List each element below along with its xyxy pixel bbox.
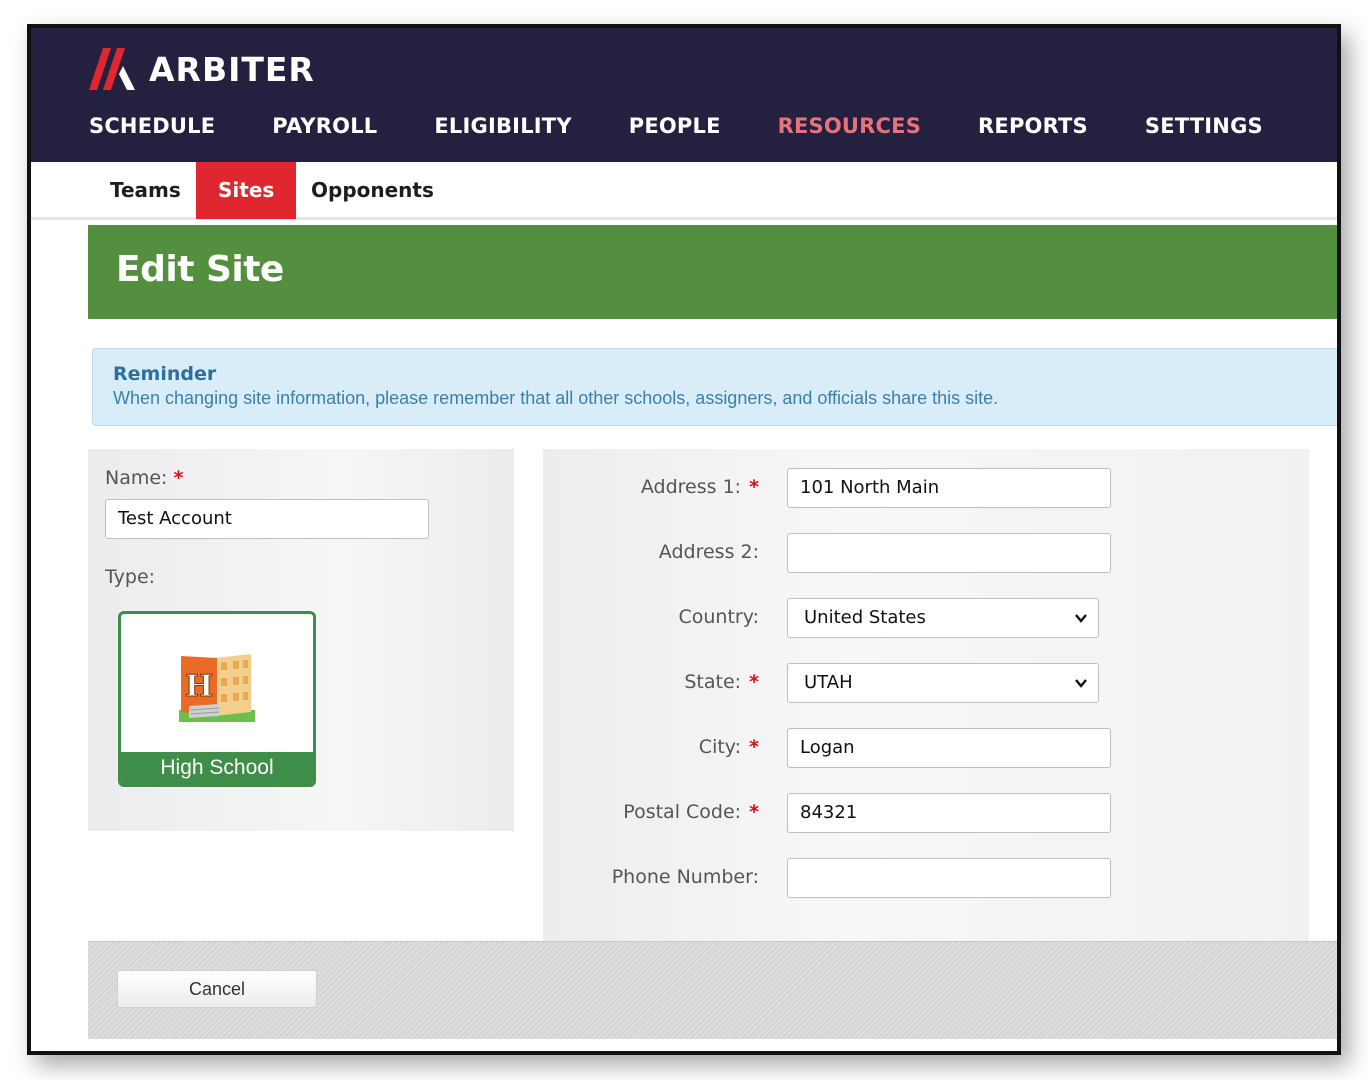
reminder-alert: Reminder When changing site information,… xyxy=(92,348,1337,426)
state-label-text: State: xyxy=(684,671,742,693)
city-row: City: * Logan xyxy=(543,728,1309,768)
phone-row: Phone Number: xyxy=(543,858,1309,898)
address1-label: Address 1: * xyxy=(641,476,759,498)
sub-nav: Teams Sites Opponents xyxy=(31,162,1337,220)
state-row: State: * UTAH xyxy=(543,663,1309,703)
chevron-down-icon xyxy=(1075,679,1087,688)
brand-name: ARBITER xyxy=(149,49,315,89)
nav-people[interactable]: PEOPLE xyxy=(629,114,721,138)
nav-payroll[interactable]: PAYROLL xyxy=(272,114,377,138)
nav-resources[interactable]: RESOURCES xyxy=(778,114,921,138)
postal-code-label-text: Postal Code: xyxy=(623,801,742,823)
address2-label: Address 2: xyxy=(658,541,759,563)
nav-reports[interactable]: REPORTS xyxy=(978,114,1088,138)
reminder-text: When changing site information, please r… xyxy=(113,388,999,408)
state-label: State: * xyxy=(684,671,759,693)
page-title-banner: Edit Site xyxy=(88,225,1337,319)
address1-input[interactable]: 101 North Main xyxy=(787,468,1111,508)
postal-code-input[interactable]: 84321 xyxy=(787,793,1111,833)
address2-row: Address 2: xyxy=(543,533,1309,573)
postal-code-label: Postal Code: * xyxy=(623,801,759,823)
required-mark: * xyxy=(173,467,184,489)
city-label-text: City: xyxy=(698,736,742,758)
nav-settings[interactable]: SETTINGS xyxy=(1145,114,1263,138)
city-input[interactable]: Logan xyxy=(787,728,1111,768)
type-tile-label: High School xyxy=(121,752,313,784)
phone-input[interactable] xyxy=(787,858,1111,898)
required-mark: * xyxy=(749,476,759,498)
school-building-icon: H xyxy=(179,650,255,731)
country-select[interactable]: United States xyxy=(787,598,1099,638)
arbiter-logo[interactable]: ARBITER xyxy=(89,46,315,92)
tab-teams[interactable]: Teams xyxy=(88,162,203,219)
name-label-text: Name: xyxy=(105,467,168,489)
name-input[interactable]: Test Account xyxy=(105,499,429,539)
required-mark: * xyxy=(749,736,759,758)
country-select-value: United States xyxy=(804,607,926,628)
tab-sites[interactable]: Sites xyxy=(196,162,297,219)
reminder-title: Reminder xyxy=(113,363,217,385)
postal-code-row: Postal Code: * 84321 xyxy=(543,793,1309,833)
city-label: City: * xyxy=(699,736,759,758)
tab-opponents[interactable]: Opponents xyxy=(289,162,456,219)
name-label: Name: * xyxy=(105,467,183,489)
nav-eligibility[interactable]: ELIGIBILITY xyxy=(434,114,571,138)
arbiter-logo-icon xyxy=(89,48,135,90)
address1-label-text: Address 1: xyxy=(640,476,742,498)
state-select[interactable]: UTAH xyxy=(787,663,1099,703)
address2-input[interactable] xyxy=(787,533,1111,573)
site-identity-panel: Name: * Test Account Type: H High School xyxy=(88,449,514,831)
app-window: ARBITER SCHEDULE PAYROLL ELIGIBILITY PEO… xyxy=(27,24,1341,1055)
page-title: Edit Site xyxy=(116,249,284,290)
form-footer: Cancel xyxy=(88,941,1337,1039)
required-mark: * xyxy=(749,801,759,823)
top-header: ARBITER SCHEDULE PAYROLL ELIGIBILITY PEO… xyxy=(31,28,1337,162)
main-nav: SCHEDULE PAYROLL ELIGIBILITY PEOPLE RESO… xyxy=(89,114,1320,138)
address-panel: Address 1: * 101 North Main Address 2: Co… xyxy=(543,449,1309,947)
type-label: Type: xyxy=(105,566,156,588)
address1-row: Address 1: * 101 North Main xyxy=(543,468,1309,508)
country-row: Country: United States xyxy=(543,598,1309,638)
required-mark: * xyxy=(749,671,759,693)
chevron-down-icon xyxy=(1075,614,1087,623)
nav-schedule[interactable]: SCHEDULE xyxy=(89,114,215,138)
type-high-school-tile[interactable]: H High School xyxy=(118,611,316,787)
state-select-value: UTAH xyxy=(804,672,853,693)
phone-label: Phone Number: xyxy=(611,866,759,888)
cancel-button[interactable]: Cancel xyxy=(117,970,317,1008)
country-label: Country: xyxy=(678,606,760,628)
svg-text:H: H xyxy=(185,669,213,704)
